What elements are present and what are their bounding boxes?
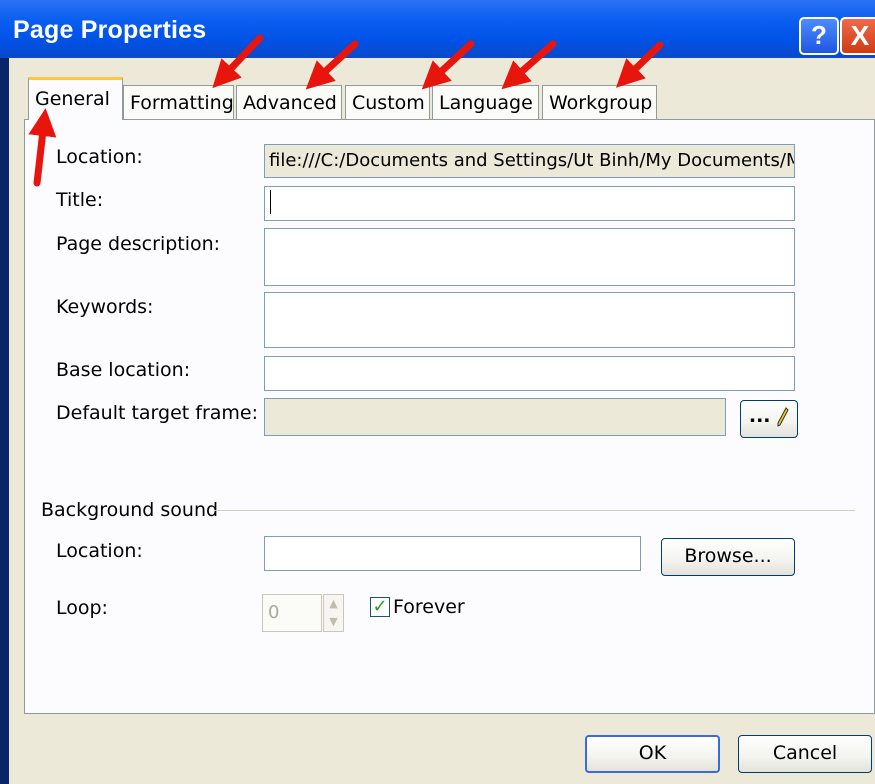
close-button[interactable]: X bbox=[840, 17, 875, 55]
forever-checkbox[interactable]: ✓ bbox=[370, 597, 390, 617]
page-properties-dialog: Page Properties ? X General Formatting A… bbox=[0, 0, 875, 784]
base-location-label: Base location: bbox=[56, 359, 191, 381]
forever-label: Forever bbox=[393, 596, 465, 618]
spin-up-icon[interactable]: ▲ bbox=[324, 595, 343, 613]
title-bar: Page Properties ? X bbox=[0, 0, 875, 58]
tab-formatting[interactable]: Formatting bbox=[123, 85, 234, 119]
loop-spinner[interactable]: ▲ ▼ bbox=[323, 594, 344, 632]
page-description-field[interactable] bbox=[264, 228, 795, 286]
location-field[interactable]: file:///C:/Documents and Settings/Ut Bin… bbox=[264, 144, 795, 178]
tab-language[interactable]: Language bbox=[432, 85, 539, 119]
tab-general[interactable]: General bbox=[28, 77, 123, 120]
text-caret bbox=[270, 190, 271, 214]
background-sound-group-label: Background sound bbox=[41, 499, 219, 521]
title-field[interactable] bbox=[264, 186, 795, 221]
target-frame-button-label: ... bbox=[748, 405, 771, 427]
keywords-field[interactable] bbox=[264, 292, 795, 348]
ok-button[interactable]: OK bbox=[585, 735, 720, 773]
page-description-label: Page description: bbox=[56, 233, 221, 255]
cancel-button[interactable]: Cancel bbox=[738, 735, 872, 773]
keywords-label: Keywords: bbox=[56, 296, 154, 318]
pencil-icon bbox=[777, 406, 789, 427]
default-target-frame-field[interactable] bbox=[264, 398, 726, 436]
location-label: Location: bbox=[56, 146, 143, 168]
sound-location-label: Location: bbox=[56, 540, 143, 562]
loop-field[interactable]: 0 bbox=[262, 594, 322, 632]
window-title: Page Properties bbox=[13, 16, 207, 44]
target-frame-button[interactable]: ... bbox=[740, 400, 798, 438]
tab-advanced[interactable]: Advanced bbox=[236, 85, 342, 119]
tab-workgroup[interactable]: Workgroup bbox=[542, 85, 657, 119]
sound-location-field[interactable] bbox=[264, 536, 641, 571]
checkmark-icon: ✓ bbox=[372, 596, 388, 617]
default-target-frame-label: Default target frame: bbox=[56, 402, 259, 424]
browse-button[interactable]: Browse... bbox=[661, 538, 795, 576]
tab-custom[interactable]: Custom bbox=[345, 85, 430, 119]
help-button[interactable]: ? bbox=[799, 17, 839, 55]
title-label: Title: bbox=[56, 189, 104, 211]
base-location-field[interactable] bbox=[264, 356, 795, 391]
spin-down-icon[interactable]: ▼ bbox=[324, 613, 343, 631]
group-divider bbox=[214, 510, 855, 511]
loop-label: Loop: bbox=[56, 597, 108, 619]
